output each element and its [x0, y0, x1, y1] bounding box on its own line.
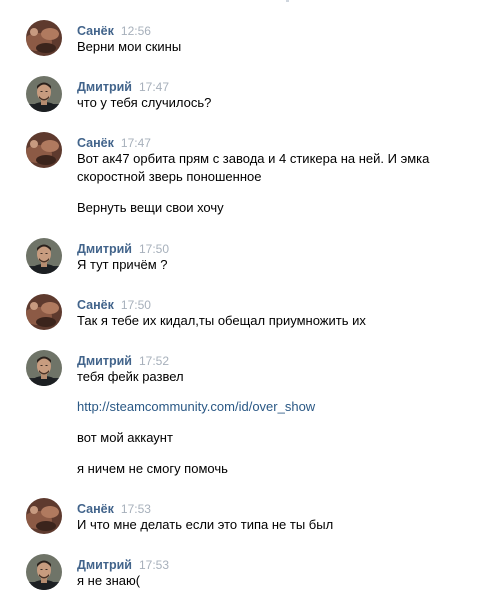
message-header: Дмитрий 17:47: [77, 79, 169, 94]
message-group: Дмитрий 17:53 я не знаю(: [0, 554, 489, 594]
author-name[interactable]: Дмитрий: [77, 354, 132, 368]
message-text: я не знаю(: [77, 573, 141, 588]
message-text: Так я тебе их кидал,ты обещал приумножит…: [77, 313, 366, 328]
dmitry-avatar[interactable]: [26, 238, 62, 274]
message-time[interactable]: 17:47: [121, 136, 151, 150]
message-text: Я тут причём ?: [77, 257, 168, 272]
message-text: Вот ак47 орбита прям с завода и 4 стикер…: [77, 151, 430, 166]
message-header: Санёк 12:56: [77, 23, 151, 38]
sanek-avatar[interactable]: [26, 498, 62, 534]
dmitry-avatar[interactable]: [26, 350, 62, 386]
message-time[interactable]: 17:53: [121, 502, 151, 516]
message-time[interactable]: 12:56: [121, 24, 151, 38]
dmitry-avatar[interactable]: [26, 554, 62, 590]
sanek-avatar[interactable]: [26, 20, 62, 56]
sanek-avatar[interactable]: [26, 294, 62, 330]
message-text: Вернуть вещи свои хочу: [77, 200, 224, 215]
author-name[interactable]: Санёк: [77, 24, 114, 38]
message-group: Дмитрий 17:52 тебя фейк развел http://ste…: [0, 350, 489, 480]
author-name[interactable]: Дмитрий: [77, 242, 132, 256]
author-name[interactable]: Санёк: [77, 502, 114, 516]
author-name[interactable]: Дмитрий: [77, 80, 132, 94]
dmitry-avatar[interactable]: [26, 76, 62, 112]
message-group: Санёк 12:56 Верни мои скины: [0, 20, 489, 60]
message-group: Санёк 17:53 И что мне делать если это тип…: [0, 498, 489, 538]
message-time[interactable]: 17:50: [121, 298, 151, 312]
message-header: Дмитрий 17:53: [77, 557, 169, 572]
message-text: И что мне делать если это типа не ты был: [77, 517, 334, 532]
message-time[interactable]: 17:52: [139, 354, 169, 368]
sanek-avatar[interactable]: [26, 132, 62, 168]
message-header: Дмитрий 17:50: [77, 241, 169, 256]
message-header: Дмитрий 17:52: [77, 353, 169, 368]
author-name[interactable]: Дмитрий: [77, 558, 132, 572]
steam-profile-link[interactable]: http://steamcommunity.com/id/over_show: [77, 398, 315, 416]
message-header: Санёк 17:53: [77, 501, 151, 516]
author-name[interactable]: Санёк: [77, 136, 114, 150]
message-group: Санёк 17:50 Так я тебе их кидал,ты обещал…: [0, 294, 489, 334]
message-text: тебя фейк развел: [77, 369, 184, 384]
message-group: Дмитрий 17:50 Я тут причём ?: [0, 238, 489, 278]
message-time[interactable]: 17:53: [139, 558, 169, 572]
message-time[interactable]: 17:50: [139, 242, 169, 256]
message-text: что у тебя случилось?: [77, 95, 212, 110]
scroll-indicator: [286, 0, 289, 2]
message-text: вот мой аккаунт: [77, 430, 173, 445]
message-group: Дмитрий 17:47 что у тебя случилось?: [0, 76, 489, 116]
message-text: скоростной зверь поношенное: [77, 169, 262, 184]
message-header: Санёк 17:47: [77, 135, 151, 150]
message-text: Верни мои скины: [77, 39, 182, 54]
message-text: я ничем не смогу помочь: [77, 461, 228, 476]
author-name[interactable]: Санёк: [77, 298, 114, 312]
message-header: Санёк 17:50: [77, 297, 151, 312]
message-time[interactable]: 17:47: [139, 80, 169, 94]
message-group: Санёк 17:47 Вот ак47 орбита прям с завода…: [0, 132, 489, 222]
